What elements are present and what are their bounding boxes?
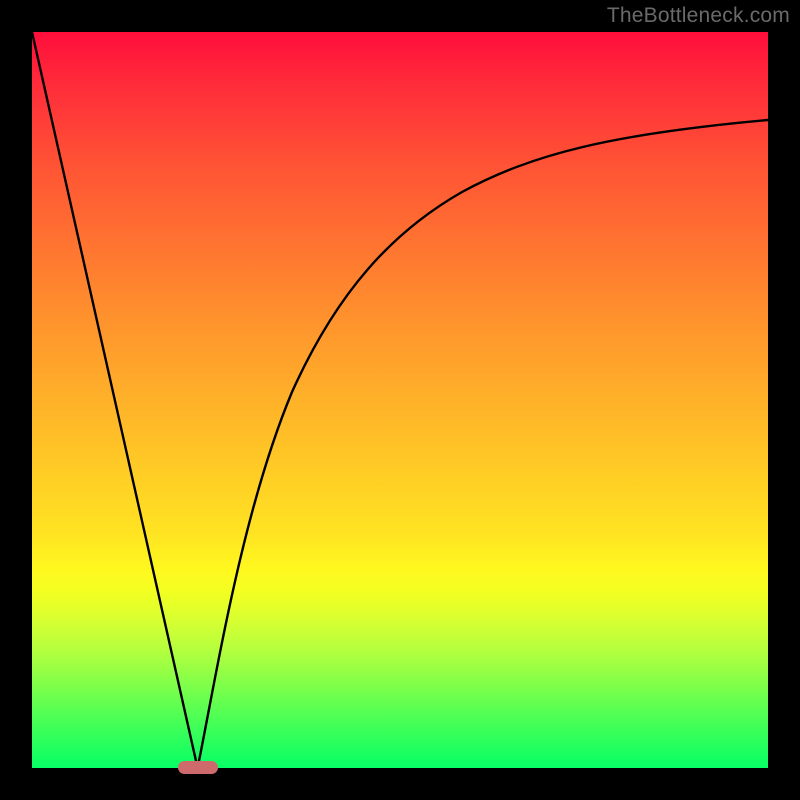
chart-frame: TheBottleneck.com [0,0,800,800]
plot-area [32,32,768,768]
curve-layer [32,32,768,768]
curve-left-limb [32,32,198,768]
watermark-label: TheBottleneck.com [607,4,790,28]
optimum-marker [178,761,218,774]
curve-right-limb [198,120,768,768]
